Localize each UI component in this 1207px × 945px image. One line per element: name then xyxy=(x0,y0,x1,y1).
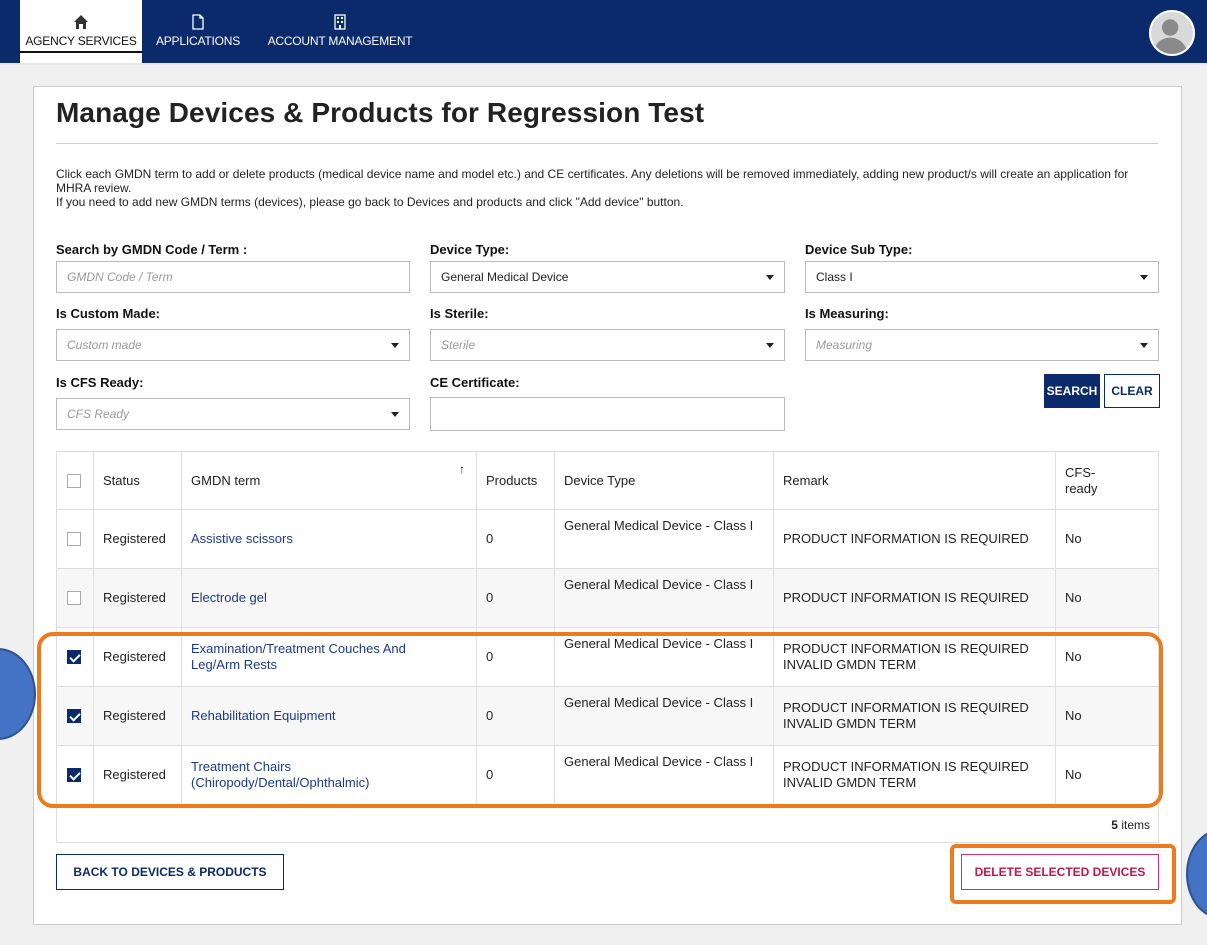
chevron-down-icon xyxy=(766,275,774,280)
nav-agency-services[interactable]: AGENCY SERVICES xyxy=(20,0,142,63)
intro-line-1: Click each GMDN term to add or delete pr… xyxy=(56,167,1129,195)
measuring-label: Is Measuring: xyxy=(805,306,889,321)
sort-ascending-icon[interactable]: ↑ xyxy=(459,462,465,476)
nav-label: APPLICATIONS xyxy=(155,34,241,48)
device-sub-type-value: Class I xyxy=(816,270,853,284)
user-avatar[interactable] xyxy=(1149,10,1195,56)
row-remark: PRODUCT INFORMATION IS REQUIRED xyxy=(773,510,1055,568)
ce-certificate-label: CE Certificate: xyxy=(430,375,520,390)
items-count-number: 5 xyxy=(1111,818,1118,832)
gmdn-term-link[interactable]: Assistive scissors xyxy=(181,510,476,568)
cfs-ready-placeholder: CFS Ready xyxy=(67,407,130,421)
table-row: Registered Assistive scissors 0 General … xyxy=(57,510,1158,569)
row-checkbox[interactable] xyxy=(67,591,81,605)
header-remark[interactable]: Remark xyxy=(773,452,1055,509)
row-cfs-ready: No xyxy=(1065,531,1082,546)
device-type-value: General Medical Device xyxy=(441,270,569,284)
row-status: Registered xyxy=(103,531,166,546)
chevron-down-icon xyxy=(391,412,399,417)
intro-text: Click each GMDN term to add or delete pr… xyxy=(56,167,1156,209)
device-sub-type-label: Device Sub Type: xyxy=(805,242,913,257)
top-navigation: AGENCY SERVICES APPLICATIONS ACCOUNT MAN… xyxy=(0,0,1207,65)
header-cfs-line1: CFS- xyxy=(1065,464,1096,480)
intro-line-2: If you need to add new GMDN terms (devic… xyxy=(56,195,684,209)
row-device-type: General Medical Device - Class I xyxy=(564,577,754,592)
title-divider xyxy=(56,143,1158,144)
header-gmdn-term[interactable]: GMDN term xyxy=(181,452,476,509)
remark-line1: PRODUCT INFORMATION IS REQUIRED xyxy=(783,531,1029,546)
home-icon xyxy=(74,15,88,29)
nav-applications[interactable]: APPLICATIONS xyxy=(148,0,248,63)
delete-button-highlight xyxy=(950,844,1176,904)
custom-made-select[interactable]: Custom made xyxy=(56,329,410,361)
gmdn-search-label: Search by GMDN Code / Term : xyxy=(56,242,248,257)
device-sub-type-select[interactable]: Class I xyxy=(805,261,1159,293)
device-type-label: Device Type: xyxy=(430,242,510,257)
header-cfs-line2: ready xyxy=(1065,480,1098,496)
sterile-placeholder: Sterile xyxy=(441,338,476,352)
cfs-ready-select[interactable]: CFS Ready xyxy=(56,398,410,430)
nav-account-management[interactable]: ACCOUNT MANAGEMENT xyxy=(254,0,426,63)
row-remark: PRODUCT INFORMATION IS REQUIRED xyxy=(773,569,1055,627)
ce-certificate-input[interactable] xyxy=(430,397,785,431)
sterile-label: Is Sterile: xyxy=(430,306,489,321)
device-type-select[interactable]: General Medical Device xyxy=(430,261,785,293)
selected-rows-highlight xyxy=(37,632,1163,808)
search-button[interactable]: SEARCH xyxy=(1044,374,1100,408)
header-cfs-ready[interactable]: CFS- ready xyxy=(1055,452,1158,509)
row-cfs-ready: No xyxy=(1065,590,1082,605)
measuring-select[interactable]: Measuring xyxy=(805,329,1159,361)
gmdn-term-link[interactable]: Electrode gel xyxy=(181,569,476,627)
row-products: 0 xyxy=(486,590,494,605)
row-checkbox-cell xyxy=(57,510,93,568)
items-count: 5 items xyxy=(1111,818,1150,832)
table-header: Status GMDN term ↑ Products Device Type … xyxy=(57,452,1158,510)
row-products: 0 xyxy=(486,531,494,546)
row-device-type: General Medical Device - Class I xyxy=(564,518,754,533)
select-all-checkbox[interactable] xyxy=(67,473,81,488)
row-checkbox-cell xyxy=(57,569,93,627)
user-icon xyxy=(1152,19,1188,54)
cfs-ready-label: Is CFS Ready: xyxy=(56,375,144,390)
callout-marker xyxy=(0,648,36,740)
measuring-placeholder: Measuring xyxy=(816,338,873,352)
table-row: Registered Electrode gel 0 General Medic… xyxy=(57,569,1158,628)
row-checkbox[interactable] xyxy=(67,532,81,546)
header-products[interactable]: Products xyxy=(476,452,554,509)
nav-label: AGENCY SERVICES xyxy=(20,34,142,53)
row-status: Registered xyxy=(103,590,166,605)
document-icon xyxy=(192,14,204,30)
gmdn-search-input[interactable]: GMDN Code / Term xyxy=(56,261,410,293)
header-checkbox-cell xyxy=(57,452,93,509)
chevron-down-icon xyxy=(1140,275,1148,280)
custom-made-placeholder: Custom made xyxy=(67,338,142,352)
remark-line1: PRODUCT INFORMATION IS REQUIRED xyxy=(783,590,1029,605)
header-device-type[interactable]: Device Type xyxy=(554,452,773,509)
clear-button[interactable]: CLEAR xyxy=(1104,374,1160,408)
chevron-down-icon xyxy=(391,343,399,348)
building-icon xyxy=(334,14,346,30)
chevron-down-icon xyxy=(766,343,774,348)
back-to-devices-button[interactable]: BACK TO DEVICES & PRODUCTS xyxy=(56,854,284,890)
page-title: Manage Devices & Products for Regression… xyxy=(56,97,705,128)
callout-marker xyxy=(1186,829,1207,919)
header-status[interactable]: Status xyxy=(93,452,181,509)
nav-label: ACCOUNT MANAGEMENT xyxy=(267,34,413,48)
chevron-down-icon xyxy=(1140,343,1148,348)
items-count-suffix: items xyxy=(1117,818,1150,832)
custom-made-label: Is Custom Made: xyxy=(56,306,161,321)
sterile-select[interactable]: Sterile xyxy=(430,329,785,361)
